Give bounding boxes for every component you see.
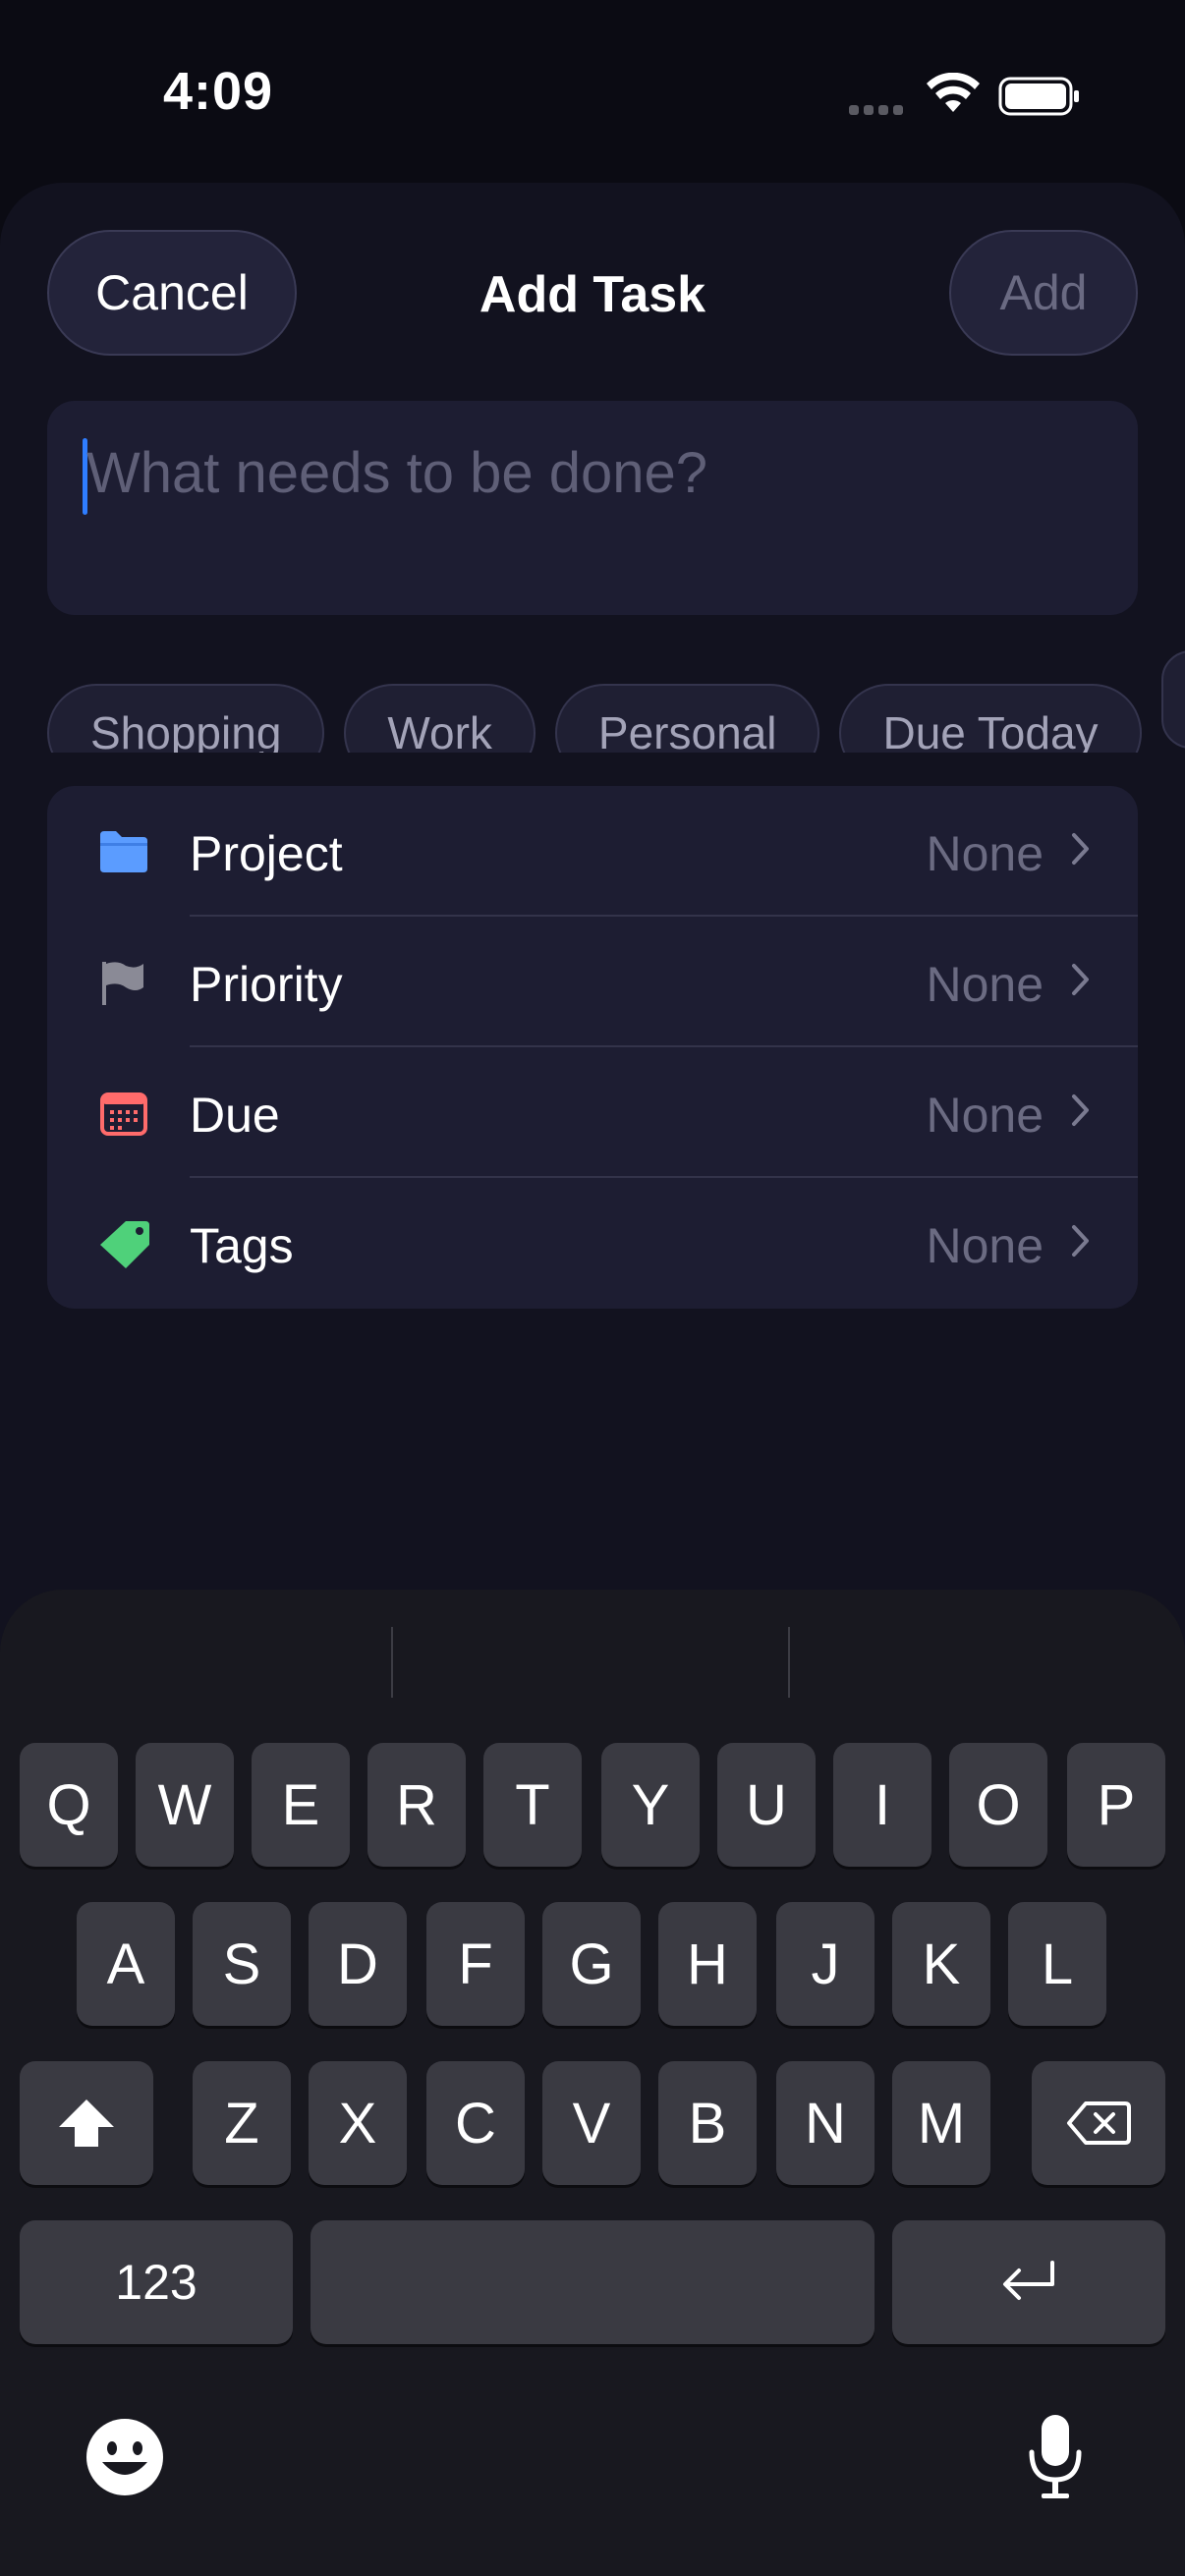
task-title-input[interactable]: What needs to be done? — [47, 401, 1138, 615]
chip-due-today[interactable]: Due Today — [839, 684, 1142, 753]
chevron-right-icon — [1072, 833, 1089, 865]
option-value: None — [926, 1218, 1044, 1273]
shift-key[interactable] — [20, 2061, 153, 2185]
key-t[interactable]: T — [483, 1743, 582, 1867]
key-r[interactable]: R — [367, 1743, 466, 1867]
status-time: 4:09 — [163, 62, 274, 121]
add-button[interactable]: Add — [949, 230, 1138, 356]
calendar-icon — [100, 1092, 147, 1136]
chevron-right-icon — [1072, 1225, 1089, 1257]
option-row-project[interactable]: Project None — [47, 786, 1138, 917]
key-q[interactable]: Q — [20, 1743, 118, 1867]
key-v[interactable]: V — [542, 2061, 641, 2185]
chevron-right-icon — [1072, 1094, 1089, 1126]
key-d[interactable]: D — [309, 1902, 407, 2026]
option-row-tags[interactable]: Tags None — [47, 1178, 1138, 1309]
quick-chips: Shopping Work Personal Due Today — [47, 650, 1185, 753]
emoji-icon[interactable] — [85, 2417, 165, 2497]
option-value: None — [926, 826, 1044, 881]
option-label: Priority — [190, 957, 343, 1012]
numbers-key[interactable]: 123 — [20, 2220, 293, 2344]
key-m[interactable]: M — [892, 2061, 990, 2185]
backspace-icon — [1067, 2101, 1131, 2145]
key-f[interactable]: F — [426, 1902, 525, 2026]
option-value: None — [926, 1088, 1044, 1143]
key-p[interactable]: P — [1067, 1743, 1165, 1867]
option-value: None — [926, 957, 1044, 1012]
return-key[interactable] — [892, 2220, 1165, 2344]
key-l[interactable]: L — [1008, 1902, 1106, 2026]
backspace-key[interactable] — [1032, 2061, 1165, 2185]
chip-personal[interactable]: Personal — [554, 684, 820, 753]
key-i[interactable]: I — [833, 1743, 931, 1867]
option-label: Project — [190, 826, 343, 881]
chip-more[interactable] — [1160, 650, 1185, 749]
option-label: Due — [190, 1088, 280, 1143]
key-g[interactable]: G — [542, 1902, 641, 2026]
key-o[interactable]: O — [949, 1743, 1047, 1867]
shift-icon — [59, 2100, 114, 2147]
key-b[interactable]: B — [658, 2061, 757, 2185]
key-h[interactable]: H — [658, 1902, 757, 2026]
key-a[interactable]: A — [77, 1902, 175, 2026]
key-z[interactable]: Z — [193, 2061, 291, 2185]
cellular-signal-icon — [849, 102, 908, 120]
key-n[interactable]: N — [776, 2061, 875, 2185]
key-s[interactable]: S — [193, 1902, 291, 2026]
onscreen-keyboard: Q W E R T Y U I O P A S D F G H J K L Z … — [0, 1590, 1185, 2576]
task-options-list: Project None Priority None Due None Tags… — [47, 786, 1138, 1309]
key-c[interactable]: C — [426, 2061, 525, 2185]
option-label: Tags — [190, 1218, 294, 1273]
battery-icon — [998, 77, 1079, 116]
key-e[interactable]: E — [252, 1743, 350, 1867]
wifi-icon — [927, 73, 980, 112]
suggestion-divider — [788, 1627, 790, 1698]
status-bar: 4:09 — [0, 0, 1185, 187]
key-j[interactable]: J — [776, 1902, 875, 2026]
chip-shopping[interactable]: Shopping — [47, 684, 325, 753]
chevron-right-icon — [1072, 964, 1089, 995]
key-x[interactable]: X — [309, 2061, 407, 2185]
key-u[interactable]: U — [717, 1743, 816, 1867]
suggestion-divider — [391, 1627, 393, 1698]
flag-icon — [102, 962, 143, 1005]
option-row-priority[interactable]: Priority None — [47, 917, 1138, 1047]
return-icon — [1003, 2261, 1054, 2300]
folder-icon — [100, 831, 147, 872]
option-row-due[interactable]: Due None — [47, 1047, 1138, 1178]
microphone-icon[interactable] — [1026, 2411, 1085, 2503]
key-k[interactable]: K — [892, 1902, 990, 2026]
tag-icon — [100, 1221, 149, 1268]
space-key[interactable] — [310, 2220, 875, 2344]
chip-work[interactable]: Work — [344, 684, 536, 753]
key-w[interactable]: W — [136, 1743, 234, 1867]
task-title-placeholder: What needs to be done? — [86, 441, 708, 505]
key-y[interactable]: Y — [601, 1743, 700, 1867]
